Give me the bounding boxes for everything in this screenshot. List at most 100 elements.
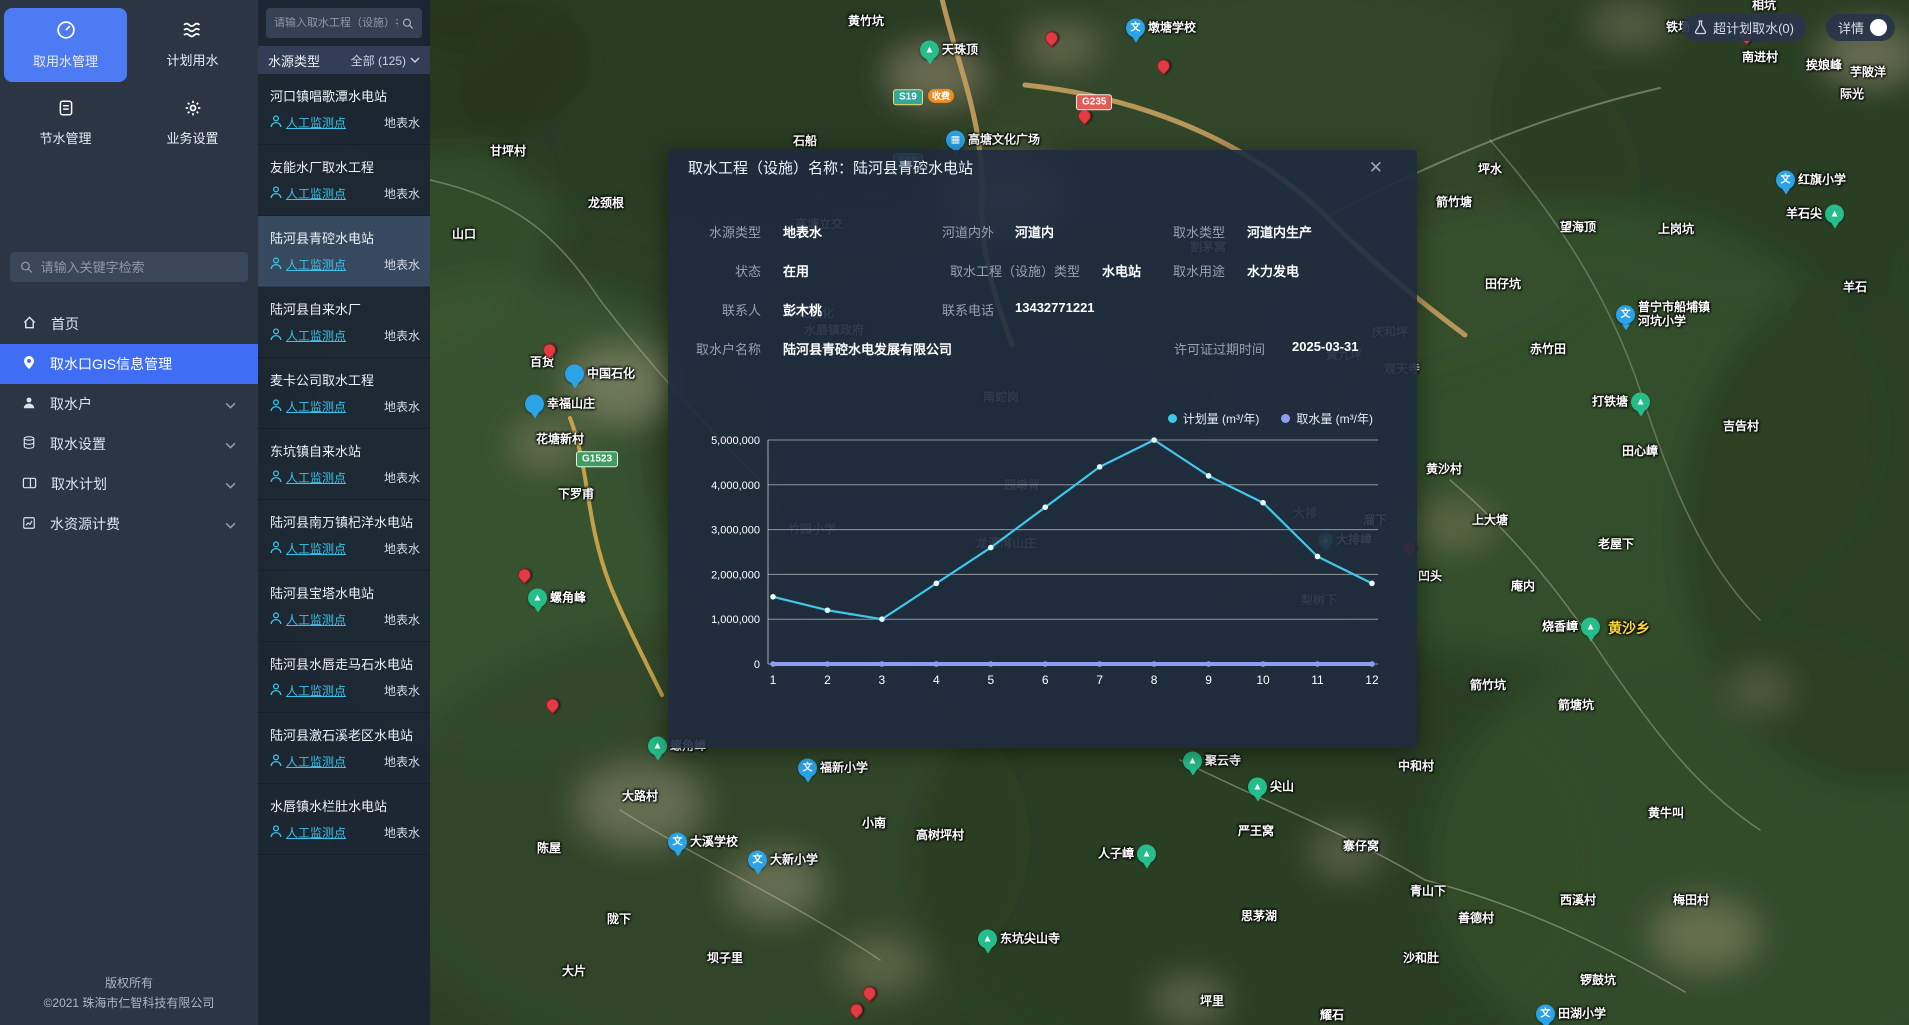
- station-name: 陆河县自来水厂: [270, 299, 420, 318]
- school-pin-icon[interactable]: 文: [1536, 1005, 1555, 1024]
- manual-monitor-link[interactable]: 人工监测点: [270, 256, 346, 273]
- map-label: 芋陂洋: [1850, 66, 1886, 80]
- map-marker[interactable]: [543, 344, 556, 357]
- manual-monitor-link[interactable]: 人工监测点: [270, 469, 346, 486]
- station-list-item[interactable]: 河口镇唱歌潭水电站 人工监测点 地表水: [258, 74, 430, 145]
- map-label: 石船: [793, 135, 817, 149]
- card-icon: [22, 476, 37, 493]
- mountain-pin-icon[interactable]: ▲: [920, 41, 939, 60]
- map-label-text: 箭竹塘: [1436, 196, 1472, 210]
- manual-monitor-link[interactable]: 人工监测点: [270, 753, 346, 770]
- menu-label: 首页: [51, 314, 79, 334]
- station-list-item[interactable]: 水唇镇水栏肚水电站 人工监测点 地表水: [258, 784, 430, 855]
- school-pin-icon[interactable]: 文: [1126, 19, 1145, 38]
- mountain-pin-icon[interactable]: ▲: [1825, 205, 1844, 224]
- mountain-pin-icon[interactable]: ▲: [1581, 618, 1600, 637]
- sidebar-search[interactable]: [10, 252, 248, 282]
- map-label-text: 庵内: [1511, 580, 1535, 594]
- sidebar-item-home[interactable]: 首页: [0, 304, 258, 344]
- sidebar-item-card[interactable]: 取水计划: [0, 464, 258, 504]
- school-pin-icon[interactable]: 文: [748, 851, 767, 870]
- manual-monitor-link[interactable]: 人工监测点: [270, 185, 346, 202]
- red-pin-icon[interactable]: [1154, 57, 1172, 75]
- app-root: { "topbar": { "alert_pill": "超计划取水(0)", …: [0, 0, 1909, 1025]
- station-list-item[interactable]: 麦卡公司取水工程 人工监测点 地表水: [258, 358, 430, 429]
- school-pin-icon[interactable]: 文: [1776, 171, 1795, 190]
- building-pin-icon[interactable]: ▦: [946, 131, 965, 150]
- manual-monitor-link[interactable]: 人工监测点: [270, 398, 346, 415]
- map-marker[interactable]: [1078, 110, 1091, 123]
- toggle-knob-icon[interactable]: [1870, 19, 1887, 36]
- map-marker[interactable]: [546, 699, 559, 712]
- map-label-text: 普宁市船埔镇 河坑小学: [1638, 301, 1710, 329]
- red-pin-icon[interactable]: [515, 566, 533, 584]
- manual-monitor-link[interactable]: 人工监测点: [270, 327, 346, 344]
- over-plan-intake-button[interactable]: 超计划取水(0): [1682, 14, 1806, 41]
- red-pin-icon[interactable]: [543, 696, 561, 714]
- mountain-pin-icon[interactable]: ▲: [528, 589, 547, 608]
- chart: 01,000,0002,000,0003,000,0004,000,0005,0…: [678, 430, 1407, 705]
- sidebar-item-user[interactable]: 取水户: [0, 384, 258, 424]
- map-marker[interactable]: [1157, 60, 1170, 73]
- manual-monitor-link[interactable]: 人工监测点: [270, 114, 346, 131]
- station-list-item[interactable]: 陆河县激石溪老区水电站 人工监测点 地表水: [258, 713, 430, 784]
- station-list-item[interactable]: 陆河县宝塔水电站 人工监测点 地表水: [258, 571, 430, 642]
- map-label: 文大溪学校: [668, 833, 738, 852]
- sidebar-item-pin[interactable]: 取水口GIS信息管理: [0, 344, 258, 384]
- school-pin-icon[interactable]: 文: [668, 833, 687, 852]
- station-list-item[interactable]: 陆河县自来水厂 人工监测点 地表水: [258, 287, 430, 358]
- person-icon: [270, 115, 282, 131]
- red-pin-icon[interactable]: [847, 1001, 865, 1019]
- red-pin-icon[interactable]: [860, 984, 878, 1002]
- sidebar-item-db[interactable]: 取水设置: [0, 424, 258, 464]
- station-search[interactable]: [266, 8, 422, 38]
- mountain-pin-icon[interactable]: ▲: [1248, 778, 1267, 797]
- module-meter[interactable]: 取用水管理: [4, 8, 127, 82]
- station-search-input[interactable]: [274, 17, 398, 29]
- school-pin-icon[interactable]: 文: [1616, 306, 1635, 325]
- station-list-item[interactable]: 陆河县青硿水电站 人工监测点 地表水: [258, 216, 430, 287]
- module-doc[interactable]: 节水管理: [4, 86, 127, 160]
- station-list-item[interactable]: 陆河县水唇走马石水电站 人工监测点 地表水: [258, 642, 430, 713]
- map-marker[interactable]: [1045, 32, 1058, 45]
- mountain-pin-icon[interactable]: ▲: [648, 737, 667, 756]
- place-pin-icon[interactable]: [565, 365, 584, 384]
- map-label-text: 田仔坑: [1485, 278, 1521, 292]
- map-label-text: 螺角峰: [550, 591, 586, 605]
- mountain-pin-icon[interactable]: ▲: [1183, 752, 1202, 771]
- map-label-text: 黄牛叫: [1648, 807, 1684, 821]
- svg-text:2,000,000: 2,000,000: [711, 569, 760, 581]
- sidebar-search-input[interactable]: [41, 260, 238, 275]
- module-gear[interactable]: 业务设置: [131, 86, 254, 160]
- map-marker[interactable]: [518, 569, 531, 582]
- chevron-down-icon: [225, 476, 236, 492]
- manual-monitor-link[interactable]: 人工监测点: [270, 682, 346, 699]
- manual-monitor-link[interactable]: 人工监测点: [270, 824, 346, 841]
- place-pin-icon[interactable]: [525, 395, 544, 414]
- mountain-pin-icon[interactable]: ▲: [978, 930, 997, 949]
- station-name: 水唇镇水栏肚水电站: [270, 796, 420, 815]
- station-list-item[interactable]: 陆河县南万镇杞洋水电站 人工监测点 地表水: [258, 500, 430, 571]
- map-marker[interactable]: [863, 987, 876, 1000]
- mountain-pin-icon[interactable]: ▲: [1137, 845, 1156, 864]
- station-list-item[interactable]: 友能水厂取水工程 人工监测点 地表水: [258, 145, 430, 216]
- map-marker[interactable]: [850, 1004, 863, 1017]
- sidebar-item-bill[interactable]: 水资源计费: [0, 504, 258, 544]
- detail-toggle[interactable]: 详情: [1826, 14, 1895, 41]
- map-label: ▲聚云寺: [1183, 752, 1241, 771]
- red-pin-icon[interactable]: [540, 341, 558, 359]
- station-name: 陆河县南万镇杞洋水电站: [270, 512, 420, 531]
- module-waves[interactable]: 计划用水: [131, 8, 254, 82]
- close-icon[interactable]: ✕: [1369, 158, 1383, 178]
- map-label: 花塘新村: [536, 433, 584, 447]
- manual-monitor-link[interactable]: 人工监测点: [270, 540, 346, 557]
- map-label-text: 上岗坑: [1658, 223, 1694, 237]
- legend-item[interactable]: 计划量 (m³/年): [1168, 410, 1260, 427]
- school-pin-icon[interactable]: 文: [798, 759, 817, 778]
- manual-monitor-link[interactable]: 人工监测点: [270, 611, 346, 628]
- water-source-filter[interactable]: 水源类型 全部 (125): [258, 46, 430, 74]
- red-pin-icon[interactable]: [1042, 29, 1060, 47]
- legend-item[interactable]: 取水量 (m³/年): [1281, 410, 1373, 427]
- mountain-pin-icon[interactable]: ▲: [1631, 393, 1650, 412]
- station-list-item[interactable]: 东坑镇自来水站 人工监测点 地表水: [258, 429, 430, 500]
